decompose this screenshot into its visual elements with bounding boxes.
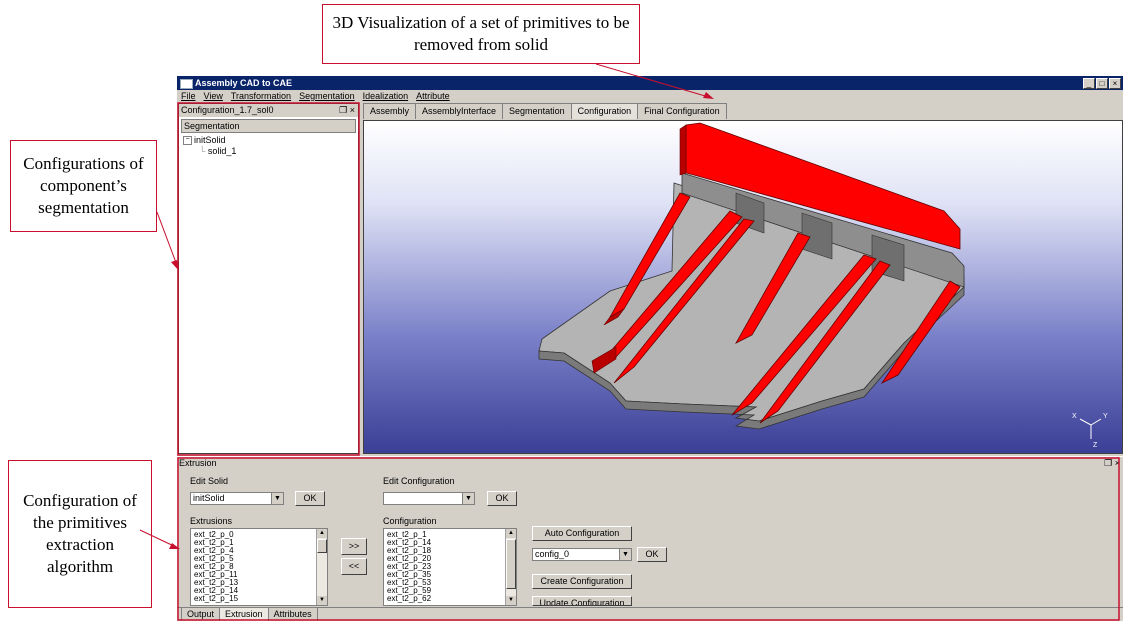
close-button[interactable]: × xyxy=(1109,78,1121,89)
axis-label-x: X xyxy=(1072,413,1077,420)
configuration-panel: Configuration_1.7_sol0 ❐ × Segmentation … xyxy=(178,103,359,454)
axis-label-z: Z xyxy=(1093,442,1098,449)
tree-item-solid-1[interactable]: └ solid_1 xyxy=(183,146,354,157)
panel-title-bar: Configuration_1.7_sol0 ❐ × xyxy=(179,104,358,117)
menu-file[interactable]: File xyxy=(181,90,196,102)
configuration-scrollbar[interactable]: ▲ ▼ xyxy=(505,529,516,605)
edit-solid-ok-button[interactable]: OK xyxy=(295,491,325,506)
chevron-down-icon[interactable]: ▼ xyxy=(271,493,283,504)
scroll-thumb[interactable] xyxy=(317,539,327,553)
scroll-up-icon[interactable]: ▲ xyxy=(506,529,516,538)
close-icon[interactable]: × xyxy=(350,105,355,115)
list-item[interactable]: ext_t2_p_62 xyxy=(387,595,513,603)
extrusion-title-bar: Extrusion ❐ × xyxy=(177,456,1123,470)
callout-configurations: Configurations of component’s segmentati… xyxy=(10,140,157,232)
app-window: Assembly CAD to CAE _ □ × File View Tran… xyxy=(177,76,1123,621)
tab-segmentation[interactable]: Segmentation xyxy=(502,103,572,119)
view-area: Assembly AssemblyInterface Segmentation … xyxy=(361,103,1123,454)
callout-text: Configurations of component’s segmentati… xyxy=(23,154,144,217)
window-title: Assembly CAD to CAE xyxy=(195,78,293,88)
3d-model: Y X Z xyxy=(538,122,1108,449)
edit-solid-label: Edit Solid xyxy=(190,476,229,486)
title-bar: Assembly CAD to CAE _ □ × xyxy=(177,76,1123,90)
extrusions-label: Extrusions xyxy=(190,516,233,526)
axis-triad: Y X Z xyxy=(1072,413,1108,449)
auto-configuration-button[interactable]: Auto Configuration xyxy=(532,526,632,541)
bottom-tabs: Output Extrusion Attributes xyxy=(177,607,1123,621)
callout-text: 3D Visualization of a set of primitives … xyxy=(332,13,630,54)
extrusions-items: ext_t2_p_0 ext_t2_p_1 ext_t2_p_4 ext_t2_… xyxy=(191,529,327,605)
config-ok-button[interactable]: OK xyxy=(637,547,667,562)
config-select-value: config_0 xyxy=(535,549,570,559)
maximize-button[interactable]: □ xyxy=(1096,78,1108,89)
tab-assembly[interactable]: Assembly xyxy=(363,103,417,119)
menu-idealization[interactable]: Idealization xyxy=(363,90,409,102)
configuration-items: ext_t2_p_1 ext_t2_p_14 ext_t2_p_18 ext_t… xyxy=(384,529,516,605)
app-icon xyxy=(180,79,193,89)
tree-item-label: initSolid xyxy=(194,135,226,145)
scroll-up-icon[interactable]: ▲ xyxy=(317,529,327,538)
edit-configuration-select[interactable]: ▼ xyxy=(383,492,475,505)
tree-item-initsolid[interactable]: − initSolid xyxy=(183,135,354,146)
extrusion-panel: Extrusion ❐ × Edit Solid initSolid ▼ OK … xyxy=(177,456,1123,606)
collapse-icon[interactable]: − xyxy=(183,136,192,146)
extrusions-scrollbar[interactable]: ▲ ▼ xyxy=(316,529,327,605)
chevron-down-icon[interactable]: ▼ xyxy=(619,549,631,560)
scroll-down-icon[interactable]: ▼ xyxy=(317,596,327,605)
list-item[interactable]: ext_t2_p_15 xyxy=(194,595,324,603)
edit-configuration-ok-button[interactable]: OK xyxy=(487,491,517,506)
create-configuration-button[interactable]: Create Configuration xyxy=(532,574,632,589)
menu-view[interactable]: View xyxy=(204,90,223,102)
panel-controls: ❐ × xyxy=(1104,457,1120,470)
menu-transformation[interactable]: Transformation xyxy=(231,90,291,102)
tree-branch-icon: └ xyxy=(199,146,206,156)
tree-header[interactable]: Segmentation xyxy=(181,119,356,133)
panel-title: Configuration_1.7_sol0 xyxy=(181,105,274,115)
update-configuration-button[interactable]: Update Configuration xyxy=(532,596,632,606)
window-controls: _ □ × xyxy=(1083,78,1121,89)
segmentation-tree: − initSolid └ solid_1 xyxy=(179,133,358,159)
view-tabs: Assembly AssemblyInterface Segmentation … xyxy=(361,103,1123,119)
config-select[interactable]: config_0 ▼ xyxy=(532,548,632,561)
extrusions-list[interactable]: ext_t2_p_0 ext_t2_p_1 ext_t2_p_4 ext_t2_… xyxy=(190,528,328,606)
scroll-thumb[interactable] xyxy=(506,539,516,589)
move-right-button[interactable]: >> xyxy=(341,538,367,555)
menu-segmentation[interactable]: Segmentation xyxy=(299,90,355,102)
menu-bar: File View Transformation Segmentation Id… xyxy=(177,90,1123,102)
tree-item-label: solid_1 xyxy=(207,146,237,156)
tab-output[interactable]: Output xyxy=(181,608,221,621)
scroll-down-icon[interactable]: ▼ xyxy=(506,596,516,605)
tab-configuration[interactable]: Configuration xyxy=(570,103,639,119)
float-icon[interactable]: ❐ xyxy=(1104,458,1112,468)
arrow-line-left xyxy=(156,211,179,269)
callout-3d-visualization: 3D Visualization of a set of primitives … xyxy=(322,4,640,64)
callout-extraction-algorithm: Configuration of the primitives extracti… xyxy=(8,460,152,608)
callout-text: Configuration of the primitives extracti… xyxy=(23,491,137,576)
primitive-back-wall-edge xyxy=(679,124,687,176)
edit-solid-value: initSolid xyxy=(193,493,225,503)
configuration-list[interactable]: ext_t2_p_1 ext_t2_p_14 ext_t2_p_18 ext_t… xyxy=(383,528,517,606)
panel-controls: ❐ × xyxy=(339,104,355,117)
close-icon[interactable]: × xyxy=(1115,458,1120,468)
tab-attributes[interactable]: Attributes xyxy=(267,608,318,621)
extrusion-title: Extrusion xyxy=(179,458,217,468)
menu-attribute[interactable]: Attribute xyxy=(416,90,450,102)
3d-viewport[interactable]: Y X Z xyxy=(363,120,1123,454)
axis-label-y: Y xyxy=(1103,413,1108,420)
move-left-button[interactable]: << xyxy=(341,558,367,575)
float-icon[interactable]: ❐ xyxy=(339,105,347,115)
edit-solid-select[interactable]: initSolid ▼ xyxy=(190,492,284,505)
tab-final-configuration[interactable]: Final Configuration xyxy=(637,103,727,119)
chevron-down-icon[interactable]: ▼ xyxy=(462,493,474,504)
configuration-label: Configuration xyxy=(383,516,437,526)
edit-configuration-label: Edit Configuration xyxy=(383,476,455,486)
tab-assembly-interface[interactable]: AssemblyInterface xyxy=(415,103,504,119)
minimize-button[interactable]: _ xyxy=(1083,78,1095,89)
tab-extrusion[interactable]: Extrusion xyxy=(219,608,269,621)
